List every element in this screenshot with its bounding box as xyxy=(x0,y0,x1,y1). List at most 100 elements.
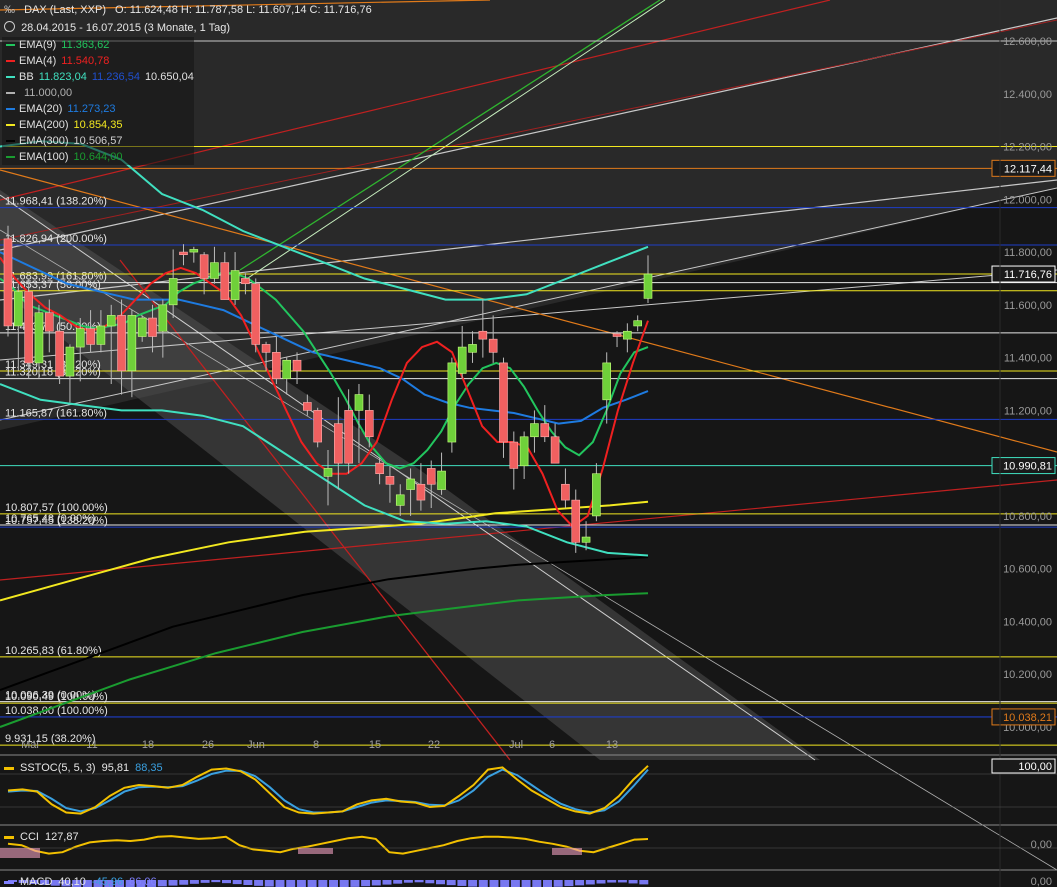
candle[interactable] xyxy=(375,462,384,475)
macd-bar xyxy=(617,880,627,883)
macd-bar xyxy=(510,880,520,887)
candle[interactable] xyxy=(14,291,23,327)
macd-bar xyxy=(222,880,231,884)
candle[interactable] xyxy=(323,468,333,477)
macd-value2: -45,96 xyxy=(91,876,124,887)
candle[interactable] xyxy=(592,473,601,517)
price-marker-label: 11.716,76 xyxy=(1004,269,1052,281)
legend-item[interactable]: EMA(200) 10.854,35 xyxy=(2,117,194,133)
candle[interactable] xyxy=(292,359,302,372)
cci-label: CCI 127,87 xyxy=(4,831,79,843)
candle[interactable] xyxy=(468,344,477,353)
macd-value3: 86,06 xyxy=(129,876,157,887)
legend-label: EMA(20) xyxy=(19,103,63,115)
legend-value: 10.854,35 xyxy=(73,119,123,131)
macd-bar xyxy=(179,880,189,885)
candle[interactable] xyxy=(282,359,292,380)
candle[interactable] xyxy=(623,330,632,340)
candle[interactable] xyxy=(561,483,570,501)
candle[interactable] xyxy=(199,254,209,279)
candle[interactable] xyxy=(106,315,116,327)
candle[interactable] xyxy=(437,470,446,490)
candle[interactable] xyxy=(530,423,539,438)
candle[interactable] xyxy=(65,346,75,377)
candle[interactable] xyxy=(261,344,271,353)
candle[interactable] xyxy=(426,468,436,485)
candle[interactable] xyxy=(488,338,498,353)
candle[interactable] xyxy=(447,362,457,443)
price-axis-label: 11.200,00 xyxy=(1004,405,1052,417)
candle[interactable] xyxy=(241,278,250,285)
candle[interactable] xyxy=(354,394,364,411)
candle[interactable] xyxy=(168,278,178,306)
candle[interactable] xyxy=(416,483,426,501)
candle[interactable] xyxy=(643,273,653,299)
candle[interactable] xyxy=(344,410,353,464)
price-marker-label: 10.038,21 xyxy=(1003,712,1052,724)
candle[interactable] xyxy=(550,436,560,464)
legend-item[interactable]: 11.000,00 xyxy=(2,85,194,101)
legend-item[interactable]: EMA(20) 11.273,23 xyxy=(2,101,194,117)
candle[interactable] xyxy=(571,499,581,543)
candle[interactable] xyxy=(385,476,395,485)
legend-item[interactable]: EMA(4) 11.540,78 xyxy=(2,53,194,69)
macd-bar xyxy=(329,880,338,887)
candle[interactable] xyxy=(230,270,240,300)
macd-label: MACD 40,10 -45,96 86,06 xyxy=(4,876,157,887)
macd-bar xyxy=(339,880,349,887)
level-label: 11.968,41 (138.20%) xyxy=(5,196,107,208)
candle[interactable] xyxy=(158,304,168,332)
candle[interactable] xyxy=(86,328,95,345)
candle[interactable] xyxy=(540,423,550,438)
candle[interactable] xyxy=(406,478,415,490)
macd-bar xyxy=(436,880,445,885)
candle[interactable] xyxy=(303,402,312,411)
candle[interactable] xyxy=(137,317,147,337)
legend-item[interactable]: BB 11.823,04 11.236,54 10.650,04 xyxy=(2,69,194,85)
candle[interactable] xyxy=(581,536,591,543)
macd-bar xyxy=(457,880,467,886)
legend-item[interactable]: EMA(9) 11.363,62 xyxy=(2,37,194,53)
candle[interactable] xyxy=(220,262,230,300)
candle[interactable] xyxy=(44,312,54,332)
candle[interactable] xyxy=(148,317,157,337)
candle[interactable] xyxy=(509,441,519,469)
candle[interactable] xyxy=(55,330,64,377)
x-axis-label: 22 xyxy=(428,739,440,751)
candle[interactable] xyxy=(313,410,322,443)
candle[interactable] xyxy=(519,436,529,467)
macd-bar xyxy=(553,880,563,887)
candle[interactable] xyxy=(457,346,467,374)
legend-label: BB xyxy=(19,71,34,83)
candle[interactable] xyxy=(602,362,612,401)
ticker-line: ‰ DAX (Last, XXP) O: 11.624,48 H: 11.787… xyxy=(4,4,372,16)
price-axis-label: 11.800,00 xyxy=(1004,247,1052,259)
price-axis-label: 10.600,00 xyxy=(1003,564,1052,576)
x-axis-label: 11 xyxy=(86,739,97,751)
candle[interactable] xyxy=(364,410,374,438)
candle[interactable] xyxy=(633,320,642,327)
candle[interactable] xyxy=(251,283,261,345)
candle[interactable] xyxy=(612,333,622,337)
legend-item[interactable]: EMA(300) 10.506,57 xyxy=(2,133,194,149)
candle[interactable] xyxy=(499,362,508,443)
macd-bar xyxy=(607,880,617,883)
candle[interactable] xyxy=(75,328,85,348)
candle[interactable] xyxy=(127,315,137,372)
candle[interactable] xyxy=(395,494,405,506)
candle[interactable] xyxy=(334,423,343,464)
candle[interactable] xyxy=(272,352,281,380)
candle[interactable] xyxy=(3,238,13,327)
candle[interactable] xyxy=(189,249,199,253)
candle[interactable] xyxy=(34,312,44,364)
candle[interactable] xyxy=(117,315,126,372)
candle[interactable] xyxy=(210,262,219,279)
candle[interactable] xyxy=(24,291,33,364)
macd-bar xyxy=(468,880,478,887)
candle[interactable] xyxy=(179,251,188,256)
macd-bar xyxy=(254,880,264,886)
legend-item[interactable]: EMA(100) 10.644,00 xyxy=(2,149,194,165)
candle[interactable] xyxy=(478,330,488,340)
candle[interactable] xyxy=(96,325,106,345)
macd-bar xyxy=(264,880,274,887)
